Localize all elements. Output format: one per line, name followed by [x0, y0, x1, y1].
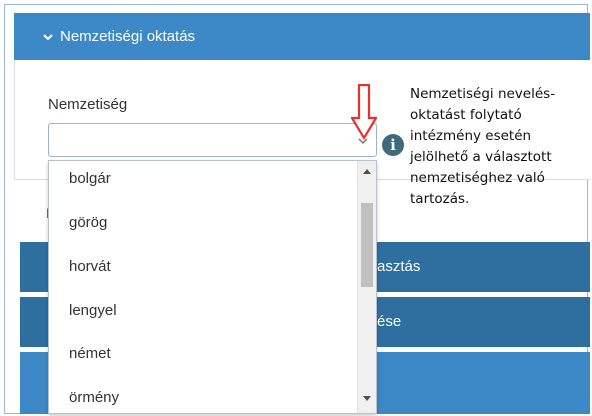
dropdown-option[interactable]: görög	[69, 214, 107, 231]
nemzetiseg-dropdown-list[interactable]: bolgár görög horvát lengyel német örmény	[48, 160, 377, 414]
dropdown-option[interactable]: német	[69, 345, 111, 362]
section-title: Nemzetiségi oktatás	[60, 28, 196, 45]
chevron-down-icon	[43, 33, 53, 40]
info-icon[interactable]: i	[382, 134, 404, 156]
bar1-visible-text: asztás	[377, 258, 421, 275]
dropdown-option[interactable]: bolgár	[69, 170, 111, 187]
red-down-arrow-icon	[351, 84, 377, 140]
bar2-visible-text: ése	[377, 313, 402, 330]
dropdown-option[interactable]: horvát	[69, 258, 111, 275]
section-header-nemzetisegi-oktatas[interactable]: Nemzetiségi oktatás	[14, 13, 590, 60]
dropdown-option[interactable]: örmény	[69, 389, 119, 406]
nemzetiseg-select[interactable]	[48, 123, 377, 157]
nemzetiseg-label: Nemzetiség	[48, 96, 128, 113]
dropdown-scrollbar[interactable]	[357, 161, 376, 413]
scroll-up-icon[interactable]	[362, 167, 372, 177]
dropdown-option[interactable]: lengyel	[69, 302, 117, 319]
scrollbar-thumb[interactable]	[361, 203, 373, 287]
info-help-text: Nemzetiségi nevelés-oktatást folytató in…	[410, 86, 556, 207]
scroll-down-icon[interactable]	[362, 393, 372, 403]
